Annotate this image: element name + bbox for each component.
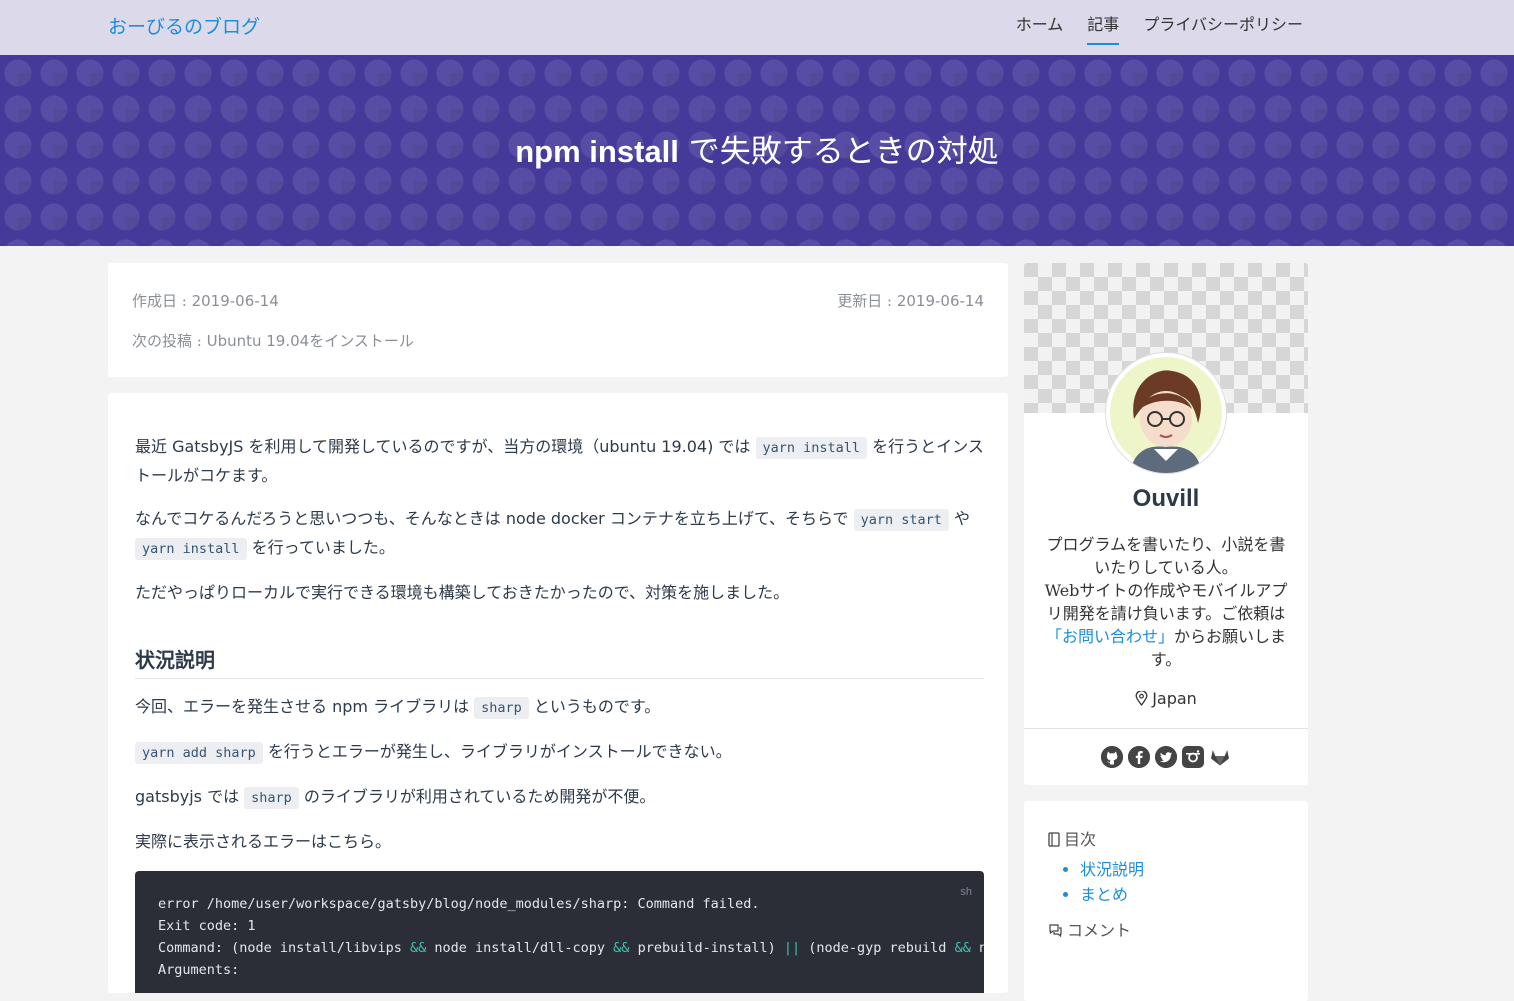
paragraph: 最近 GatsbyJS を利用して開発しているのですが、当方の環境（ubuntu… [135,437,984,485]
code-line: Command: (node install/libvips && node i… [158,940,984,956]
nav-privacy-policy[interactable]: プライバシーポリシー [1143,0,1303,55]
code-language-label: sh [960,886,972,898]
toc-item: 状況説明 [1080,857,1144,882]
page-title-text: で失敗するときの対処 [678,134,999,170]
inline-code: yarn add sharp [135,742,263,764]
paragraph: 実際に表示されるエラーはこちら。 [135,832,392,851]
toc-link-summary[interactable]: まとめ [1080,885,1128,904]
gitlab-icon[interactable] [1209,746,1231,768]
profile-name: Ouvill [1132,485,1200,512]
paragraph: yarn add sharp を行うとエラーが発生し、ライブラリがインストールで… [135,738,984,767]
profile-card: Ouvill プログラムを書いたり、小説を書いたりしている人。 Webサイトの作… [1024,263,1308,785]
created-value: 2019-06-14 [191,292,279,310]
toc-list: 状況説明 まとめ [1062,857,1144,907]
toc-card: 目次 状況説明 まとめ コメント [1024,801,1308,1001]
next-post-title-jp: をインストール [309,332,414,350]
code-line: Arguments: [158,962,240,978]
top-navbar: おーびるのブログ ホーム 記事 プライバシーポリシー [0,0,1514,55]
main-nav: ホーム 記事 プライバシーポリシー [1016,0,1303,55]
contact-link[interactable]: 「お問い合わせ」 [1046,627,1174,646]
profile-bio: プログラムを書いたり、小説を書いたりしている人。 Webサイトの作成やモバイルア… [1044,533,1288,671]
avatar-illustration [1110,357,1222,473]
comment-title: コメント [1048,917,1131,942]
social-links [1024,746,1308,768]
instagram-icon[interactable] [1182,746,1204,768]
map-pin-icon [1135,690,1148,710]
updated-date: 更新日 : 2019-06-14 [837,290,984,311]
next-post-title: Ubuntu 19.04 [206,332,310,350]
inline-code: yarn install [135,538,247,560]
updated-value: 2019-06-14 [896,292,984,310]
location-text: Japan [1152,689,1197,708]
site-brand-link[interactable]: おーびるのブログ [108,12,260,39]
profile-location: Japan [1024,689,1308,710]
avatar [1106,353,1226,473]
page-title: npm install で失敗するときの対処 [515,126,999,171]
code-block[interactable]: sh error /home/user/workspace/gatsby/blog… [135,871,984,993]
paragraph: 今回、エラーを発生させる npm ライブラリは sharp というものです。 [135,693,984,722]
paragraph: ただやっぱりローカルで実行できる環境も構築しておきたかったので、対策を施しました… [135,583,790,602]
twitter-icon[interactable] [1155,746,1177,768]
inline-code: yarn install [755,437,868,459]
github-icon[interactable] [1101,746,1123,768]
code-line: Exit code: 1 [158,918,256,934]
toc-link-status[interactable]: 状況説明 [1080,860,1144,879]
facebook-icon[interactable] [1128,746,1150,768]
next-post-link[interactable]: 次の投稿 : Ubuntu 19.04をインストール [132,330,414,351]
code-line: error /home/user/workspace/gatsby/blog/n… [158,896,760,912]
bio-line: Webサイトの作成やモバイルアプリ開発を請け負います。ご依頼は「お問い合わせ」か… [1044,581,1288,669]
created-date: 作成日 : 2019-06-14 [132,290,279,311]
inline-code: sharp [474,697,529,719]
paragraph: gatsbyjs では sharp のライブラリが利用されているため開発が不便。 [135,783,984,812]
section-heading: 状況説明 [135,644,984,679]
inline-code: yarn start [853,509,949,531]
nav-home[interactable]: ホーム [1016,0,1064,55]
toc-title: 目次 [1048,826,1096,851]
page-title-code: npm install [515,134,679,169]
comments-icon [1048,923,1063,942]
next-post-label: 次の投稿 : [132,332,207,350]
bio-line: プログラムを書いたり、小説を書いたりしている人。 [1046,535,1286,577]
profile-divider [1024,728,1308,729]
book-icon [1048,832,1060,851]
toc-item: まとめ [1080,882,1144,907]
nav-articles[interactable]: 記事 [1087,0,1120,45]
post-meta-card: 作成日 : 2019-06-14 更新日 : 2019-06-14 次の投稿 :… [108,263,1008,377]
updated-label: 更新日 : [837,292,897,310]
inline-code: sharp [244,787,299,809]
paragraph: なんでコケるんだろうと思いつつも、そんなときは node docker コンテナ… [135,505,984,563]
article-card: 最近 GatsbyJS を利用して開発しているのですが、当方の環境（ubuntu… [108,393,1008,993]
article-body: 最近 GatsbyJS を利用して開発しているのですが、当方の環境（ubuntu… [135,433,984,993]
created-label: 作成日 : [132,292,192,310]
hero-banner: npm install で失敗するときの対処 [0,55,1514,246]
